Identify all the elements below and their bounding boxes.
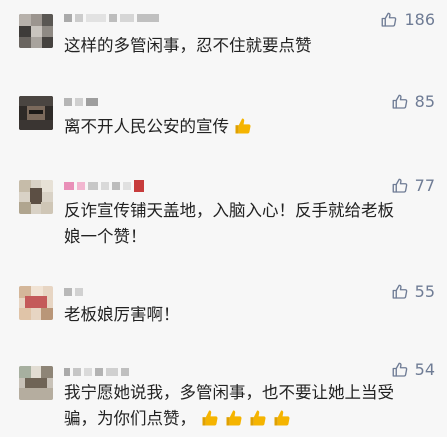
comment-text: 反诈宣传铺天盖地，入脑入心！反手就给老板 娘一个赞！ bbox=[64, 201, 394, 246]
thumb-up-outline-icon bbox=[392, 178, 407, 193]
thumb-up-outline-icon bbox=[392, 284, 407, 299]
comment-text: 离不开人民公安的宣传 bbox=[64, 114, 427, 140]
thumbs-up-emoji-icon bbox=[274, 410, 290, 426]
like-count: 85 bbox=[414, 92, 435, 111]
comment-list: 186 这样的多管闲事，忍不住就要点赞 85 离不开人民公安的宣传 77 反诈宣… bbox=[0, 0, 447, 437]
thumbs-up-emoji-icon bbox=[226, 410, 242, 426]
like-count: 186 bbox=[404, 10, 435, 29]
comment-text: 我宁愿她说我，多管闲事，也不要让她上当受 骗，为你们点赞， bbox=[64, 380, 427, 432]
like-button[interactable]: 186 bbox=[380, 10, 435, 29]
like-button[interactable]: 77 bbox=[391, 176, 435, 195]
username-mosaic bbox=[64, 94, 98, 110]
like-count: 77 bbox=[414, 176, 435, 195]
thumbs-up-emoji-icon bbox=[202, 410, 218, 426]
like-count: 55 bbox=[414, 282, 435, 301]
username-mosaic bbox=[64, 178, 144, 194]
avatar[interactable] bbox=[19, 14, 53, 48]
like-button[interactable]: 85 bbox=[391, 92, 435, 111]
avatar[interactable] bbox=[19, 96, 53, 130]
thumb-up-outline-icon bbox=[382, 12, 397, 27]
like-button[interactable]: 54 bbox=[391, 360, 435, 379]
thumb-up-outline-icon bbox=[392, 362, 407, 377]
thumbs-up-emoji-icon bbox=[235, 118, 251, 134]
username-mosaic bbox=[64, 364, 129, 380]
like-button[interactable]: 55 bbox=[391, 282, 435, 301]
username-mosaic bbox=[64, 10, 159, 26]
avatar[interactable] bbox=[19, 366, 53, 400]
like-count: 54 bbox=[414, 360, 435, 379]
thumbs-up-emoji-icon bbox=[250, 410, 266, 426]
avatar[interactable] bbox=[19, 180, 53, 214]
username-mosaic bbox=[64, 284, 83, 300]
comment-text: 老板娘厉害啊！ bbox=[64, 305, 180, 324]
comment-text-body: 离不开人民公安的宣传 bbox=[64, 117, 229, 136]
avatar[interactable] bbox=[19, 286, 53, 320]
thumb-up-outline-icon bbox=[392, 94, 407, 109]
comment-text: 这样的多管闲事，忍不住就要点赞 bbox=[64, 36, 312, 55]
